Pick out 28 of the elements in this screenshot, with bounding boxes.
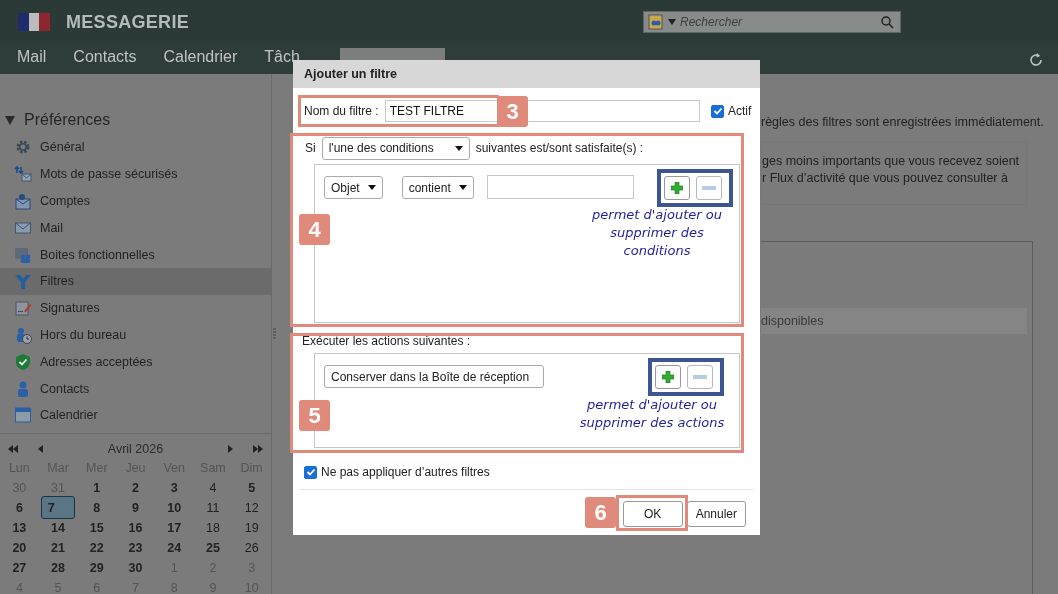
actions-title: Exécuter les actions suivantes : [301, 334, 472, 349]
notice-text: règles des filtres sont enregistrées immédiatement. [761, 115, 1045, 129]
dialog-title: Ajouter un filtre [293, 60, 760, 88]
item-label: Filtres [40, 274, 75, 289]
condition-prefix: Si [305, 141, 316, 155]
annotation-text: permet d'ajouter ou supprimer des conditions [591, 206, 723, 260]
item-label: Comptes [40, 194, 91, 208]
item-label: Adresses acceptées [40, 354, 153, 369]
item-label: Boites fonctionnelles [40, 247, 155, 262]
item-label: Contacts [40, 381, 90, 396]
item-label: Mots de passe sécurisés [40, 167, 178, 182]
list-header: disponibles [761, 308, 1027, 334]
month-title: Avril 2026 [107, 441, 164, 456]
tree-title: Préférences [24, 111, 111, 129]
annotation-text: permet d'ajouter ou supprimer des actions [578, 396, 726, 432]
info-text: ges moins importants que vous recevez soient [762, 154, 1021, 168]
info-text: r Flux d’activité que vous pouvez consulter à [762, 171, 1009, 185]
step-badge: 5 [299, 400, 330, 431]
item-label: Général [40, 140, 85, 155]
item-label: Hors du bureau [40, 327, 127, 342]
step-badge: 4 [299, 214, 330, 245]
item-label: Mail [40, 220, 63, 235]
condition-suffix: suivantes est/sont satisfaite(s) : [475, 141, 644, 155]
item-label: Signatures [40, 301, 100, 316]
app-title: MESSAGERIE [66, 11, 190, 33]
step-badge: 3 [497, 96, 528, 127]
item-label: Calendrier [40, 408, 98, 423]
step-badge: 6 [585, 497, 616, 528]
